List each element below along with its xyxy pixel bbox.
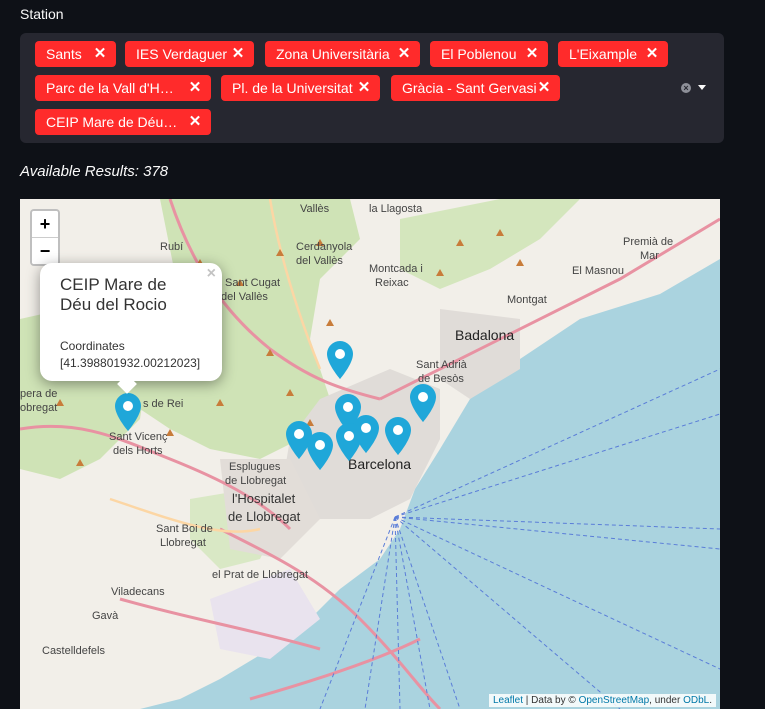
station-label: Station — [20, 6, 64, 22]
place-label: Sant Cugat — [225, 277, 281, 289]
remove-tag-icon[interactable]: ✕ — [524, 45, 540, 63]
map-marker[interactable] — [336, 423, 362, 461]
remove-tag-icon[interactable]: ✕ — [187, 79, 203, 97]
station-multiselect[interactable]: Sants ✕ IES Verdaguer ✕ Zona Universitàr… — [20, 33, 724, 143]
popup-coordinates-value: [41.398801932.00212023] — [60, 356, 201, 370]
map-attribution: Leaflet | Data by © OpenStreetMap, under… — [488, 694, 716, 707]
popup-title: CEIP Mare de Déu del Rocio — [60, 275, 167, 314]
map-marker[interactable] — [115, 393, 141, 431]
place-label: Llobregat — [160, 537, 206, 549]
place-label: del Vallès — [296, 255, 343, 267]
tag-leixample: L'Eixample ✕ — [558, 41, 668, 67]
place-label: de Llobregat — [228, 509, 301, 524]
zoom-out-button[interactable]: − — [32, 237, 58, 264]
attribution-text: | Data by © — [525, 695, 576, 706]
tag-label: Parc de la Vall d'He… — [46, 80, 181, 96]
tag-el-poblenou: El Poblenou ✕ — [430, 41, 548, 67]
place-label: Sant Adrià — [416, 359, 467, 371]
clear-all-icon[interactable]: × — [681, 83, 691, 93]
place-label: El Masnou — [572, 265, 624, 277]
remove-tag-icon[interactable]: ✕ — [396, 45, 412, 63]
place-label: l'Hospitalet — [232, 491, 296, 506]
remove-tag-icon[interactable]: ✕ — [536, 79, 552, 97]
place-label: s de Rei — [143, 398, 184, 410]
place-label: Gavà — [92, 610, 119, 622]
tag-label: El Poblenou — [441, 46, 517, 62]
tag-label: Gràcia - Sant Gervasi — [402, 80, 537, 96]
place-label: obregat — [20, 402, 58, 414]
place-label: la Llagosta — [369, 203, 423, 215]
map-marker[interactable] — [307, 432, 333, 470]
zoom-in-button[interactable]: + — [32, 211, 58, 237]
place-label: Castelldefels — [42, 645, 105, 657]
place-label: Sant Boi de — [156, 523, 213, 535]
place-label: Rubí — [160, 241, 184, 253]
place-label: Vallès — [300, 203, 330, 215]
popup-coordinates-label: Coordinates — [60, 339, 125, 353]
place-label: pera de — [20, 388, 58, 400]
tag-ceip-mare-de-deu: CEIP Mare de Déu d… ✕ — [35, 109, 211, 135]
remove-tag-icon[interactable]: ✕ — [356, 79, 372, 97]
zoom-control: + − — [30, 209, 60, 266]
place-label: Premià de — [623, 236, 674, 248]
place-label: Mar — [640, 250, 659, 262]
remove-tag-icon[interactable]: ✕ — [230, 45, 246, 63]
map-marker[interactable] — [327, 341, 353, 379]
tag-label: Zona Universitària — [276, 46, 390, 62]
remove-tag-icon[interactable]: ✕ — [92, 45, 108, 63]
place-label: Reixac — [375, 277, 409, 289]
tag-parc-vall-hebron: Parc de la Vall d'He… ✕ — [35, 75, 211, 101]
tag-label: L'Eixample — [569, 46, 638, 62]
attribution-text: . — [709, 695, 712, 706]
tag-zona-universitaria: Zona Universitària ✕ — [265, 41, 420, 67]
place-label: Cerdanyola — [296, 241, 353, 253]
osm-link[interactable]: OpenStreetMap — [579, 695, 650, 706]
tag-ies-verdaguer: IES Verdaguer ✕ — [125, 41, 254, 67]
attribution-text: , under — [649, 695, 681, 706]
place-label: Montgat — [507, 294, 547, 306]
map-marker[interactable] — [410, 384, 436, 422]
place-label: Badalona — [455, 327, 515, 343]
place-label: de Llobregat — [225, 475, 287, 487]
available-results: Available Results: 378 — [20, 163, 169, 180]
place-label: dels Horts — [113, 445, 163, 457]
place-label: Viladecans — [111, 586, 165, 598]
place-label: Sant Vicenç — [109, 431, 168, 443]
remove-tag-icon[interactable]: ✕ — [187, 113, 203, 131]
odbl-link[interactable]: ODbL — [683, 695, 709, 706]
place-label: Montcada i — [369, 263, 423, 275]
tag-pl-universitat: Pl. de la Universitat ✕ — [221, 75, 380, 101]
close-icon[interactable]: × — [207, 265, 216, 283]
place-label: del Vallès — [221, 291, 268, 303]
chevron-down-icon[interactable] — [698, 85, 706, 90]
map-marker[interactable] — [385, 417, 411, 455]
tag-label: CEIP Mare de Déu d… — [46, 114, 181, 130]
map[interactable]: Vallès la Llagosta Rubí Cerdanyola del V… — [20, 199, 720, 709]
tag-label: Sants — [46, 46, 82, 62]
marker-popup: × CEIP Mare de Déu del Rocio Coordinates… — [40, 263, 222, 394]
tag-gracia-sant-gervasi: Gràcia - Sant Gervasi ✕ — [391, 75, 560, 101]
tag-sants: Sants ✕ — [35, 41, 116, 67]
remove-tag-icon[interactable]: ✕ — [644, 45, 660, 63]
tag-label: Pl. de la Universitat — [232, 80, 353, 96]
place-label: el Prat de Llobregat — [212, 569, 309, 581]
leaflet-link[interactable]: Leaflet — [493, 695, 523, 706]
place-label: Esplugues — [229, 461, 281, 473]
tag-label: IES Verdaguer — [136, 46, 228, 62]
